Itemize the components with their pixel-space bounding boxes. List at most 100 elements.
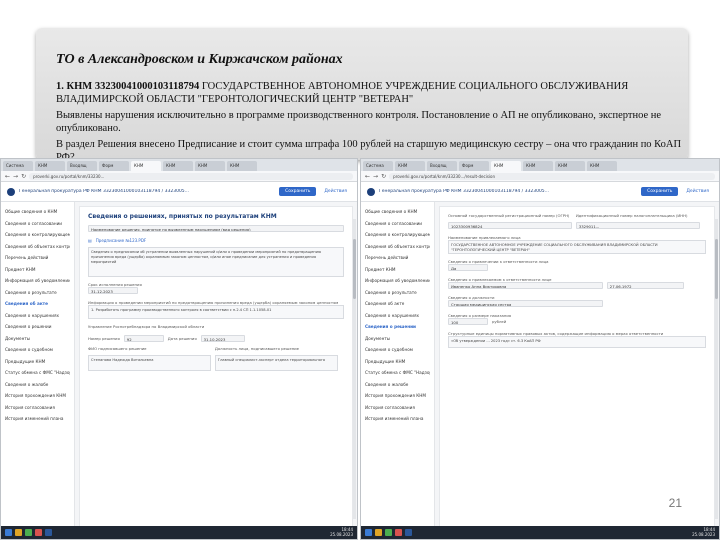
start-icon[interactable] (5, 529, 12, 536)
file-link[interactable]: Предписание №123.PDF (96, 238, 146, 243)
sidebar-item[interactable]: Предмет КНМ (365, 264, 430, 276)
sidebar-item[interactable]: Сведения о судебном (5, 344, 70, 356)
sidebar-item[interactable]: Сведения о жалобе (5, 379, 70, 391)
sidebar-item[interactable]: Общие сведения о КНМ (5, 206, 70, 218)
person-birthdate-field[interactable]: 27.06.1972 (606, 282, 685, 289)
sidebar-item[interactable]: История согласования (365, 402, 430, 414)
word-icon[interactable] (45, 529, 52, 536)
decision-type-field[interactable]: Наименование решения, принятое по выявле… (88, 225, 344, 232)
browser-tab[interactable]: КНМ (555, 161, 585, 171)
folder-icon[interactable] (375, 529, 382, 536)
forward-icon[interactable]: → (13, 173, 18, 180)
sidebar-item[interactable]: Сведения о жалобе (365, 379, 430, 391)
browser-tab[interactable]: КНМ (35, 161, 65, 171)
browser-tab-active[interactable]: КНМ (491, 161, 521, 171)
browser-tab[interactable]: КНМ (523, 161, 553, 171)
measures-field[interactable]: 1. Разработать программу производственно… (88, 305, 344, 319)
due-date-field[interactable]: 31.12.2023 (88, 287, 138, 294)
sidebar-item[interactable]: Сведения о контролирующем лице (5, 229, 70, 241)
forward-icon[interactable]: → (373, 173, 378, 180)
sidebar-item[interactable]: Сведения о решении (365, 321, 430, 333)
browser-tab[interactable]: КНМ (227, 161, 257, 171)
back-icon[interactable]: ← (5, 173, 10, 180)
sidebar-item[interactable]: Сведения о согласовании (5, 218, 70, 230)
sidebar-item[interactable]: Информация об уведомлении (365, 275, 430, 287)
actions-button[interactable]: Действия (682, 187, 713, 196)
browser-tab[interactable]: Система (3, 161, 33, 171)
scrollbar[interactable] (353, 219, 356, 519)
sidebar-item[interactable]: Предмет КНМ (5, 264, 70, 276)
browser-tab[interactable]: Система (363, 161, 393, 171)
liability-select[interactable]: Да (448, 264, 488, 271)
browser-tab[interactable]: КНМ (195, 161, 225, 171)
legal-basis-field[interactable]: «Об утверждении ... 2023 год» ст. 6.3 Ко… (448, 336, 706, 348)
sidebar-item[interactable]: Общие сведения о КНМ (365, 206, 430, 218)
sidebar-item[interactable]: Сведения о нарушениях (5, 310, 70, 322)
sidebar-item[interactable]: История изменений плана (5, 413, 70, 425)
signer-position-field[interactable]: Главный специалист-эксперт отдела террит… (214, 355, 338, 371)
inn-field[interactable]: 3329011... (575, 222, 700, 229)
browser-icon[interactable] (385, 529, 392, 536)
sidebar-item[interactable]: Перечень действий (365, 252, 430, 264)
back-icon[interactable]: ← (365, 173, 370, 180)
sidebar-item[interactable]: Сведения об акте (365, 298, 430, 310)
sidebar-item[interactable]: Сведения о нарушениях (365, 310, 430, 322)
person-name-field[interactable]: Иваненко Анна Викторовна (448, 282, 603, 289)
browser-tab[interactable]: Входящ (67, 161, 97, 171)
sidebar-item[interactable]: Перечень действий (5, 252, 70, 264)
sidebar-item[interactable]: Статус обмена с ФМС "Надзор-Веб" (5, 367, 70, 379)
browser-tab[interactable]: КНМ (163, 161, 193, 171)
reload-icon[interactable]: ↻ (381, 173, 386, 180)
url-input[interactable]: proverki.gov.ru/portal/knm/33230.../resu… (389, 172, 715, 180)
folder-icon[interactable] (15, 529, 22, 536)
word-icon[interactable] (405, 529, 412, 536)
fine-amount-field[interactable]: 100 (448, 318, 488, 325)
app-icon[interactable] (35, 529, 42, 536)
scroll-thumb[interactable] (715, 239, 718, 299)
browser-tab[interactable]: КНМ (395, 161, 425, 171)
app-icon[interactable] (395, 529, 402, 536)
sidebar-item[interactable]: Сведения о результате (365, 287, 430, 299)
sidebar-item[interactable]: История прохождения КНМ (365, 390, 430, 402)
sidebar-item[interactable]: История изменений плана (365, 413, 430, 425)
browser-tab[interactable]: Входящ (427, 161, 457, 171)
position-field[interactable]: Старшая медицинская сестра (448, 300, 603, 307)
sidebar-item[interactable]: Сведения об объектах контроля (5, 241, 70, 253)
sidebar-item[interactable]: История согласования (5, 402, 70, 414)
url-input[interactable]: proverki.gov.ru/portal/knm/33230... (29, 172, 353, 180)
slide-title: ТО в Александровском и Киржачском района… (56, 52, 343, 67)
decision-date-field[interactable]: 31.10.2023 (200, 335, 245, 342)
reload-icon[interactable]: ↻ (21, 173, 26, 180)
sidebar-item[interactable]: Сведения о согласовании (365, 218, 430, 230)
sidebar-item[interactable]: Сведения о судебном (365, 344, 430, 356)
sidebar-item[interactable]: Предыдущие КНМ (365, 356, 430, 368)
sidebar-item[interactable]: Статус обмена с ФМС "Надзор-Веб" (365, 367, 430, 379)
sidebar-item[interactable]: История прохождения КНМ (5, 390, 70, 402)
save-button[interactable]: Сохранить (279, 187, 317, 196)
actions-button[interactable]: Действия (320, 187, 351, 196)
sidebar-item[interactable]: Сведения о результате (5, 287, 70, 299)
ogrn-field[interactable]: 1023300936824 (448, 222, 572, 229)
decision-number-field[interactable]: 92 (123, 335, 164, 342)
sidebar-item[interactable]: Сведения о контролирующем лице (365, 229, 430, 241)
scroll-thumb[interactable] (353, 239, 356, 299)
offender-name-field[interactable]: ГОСУДАРСТВЕННОЕ АВТОНОМНОЕ УЧРЕЖДЕНИЕ СО… (448, 240, 706, 254)
signer-name-field[interactable]: Степанова Надежда Витальевна (88, 355, 211, 371)
browser-tab[interactable]: Форм (99, 161, 129, 171)
save-button[interactable]: Сохранить (641, 187, 679, 196)
section-title: Сведения о решениях, принятых по результ… (88, 213, 277, 220)
sidebar-item[interactable]: Сведения об объектах контроля (365, 241, 430, 253)
sidebar-item[interactable]: Документы (365, 333, 430, 345)
sidebar-item[interactable]: Информация об уведомлении (5, 275, 70, 287)
browser-icon[interactable] (25, 529, 32, 536)
browser-tab[interactable]: КНМ (587, 161, 617, 171)
scrollbar[interactable] (715, 219, 718, 519)
sidebar-item[interactable]: Предыдущие КНМ (5, 356, 70, 368)
sidebar-item[interactable]: Документы (5, 333, 70, 345)
browser-tab-active[interactable]: КНМ (131, 161, 161, 171)
browser-tab[interactable]: Форм (459, 161, 489, 171)
sidebar-item[interactable]: Сведения о решении (5, 321, 70, 333)
sidebar-item[interactable]: Сведения об акте (5, 298, 70, 310)
decision-description[interactable]: Сведения о предписании об устранении выя… (88, 247, 344, 277)
start-icon[interactable] (365, 529, 372, 536)
